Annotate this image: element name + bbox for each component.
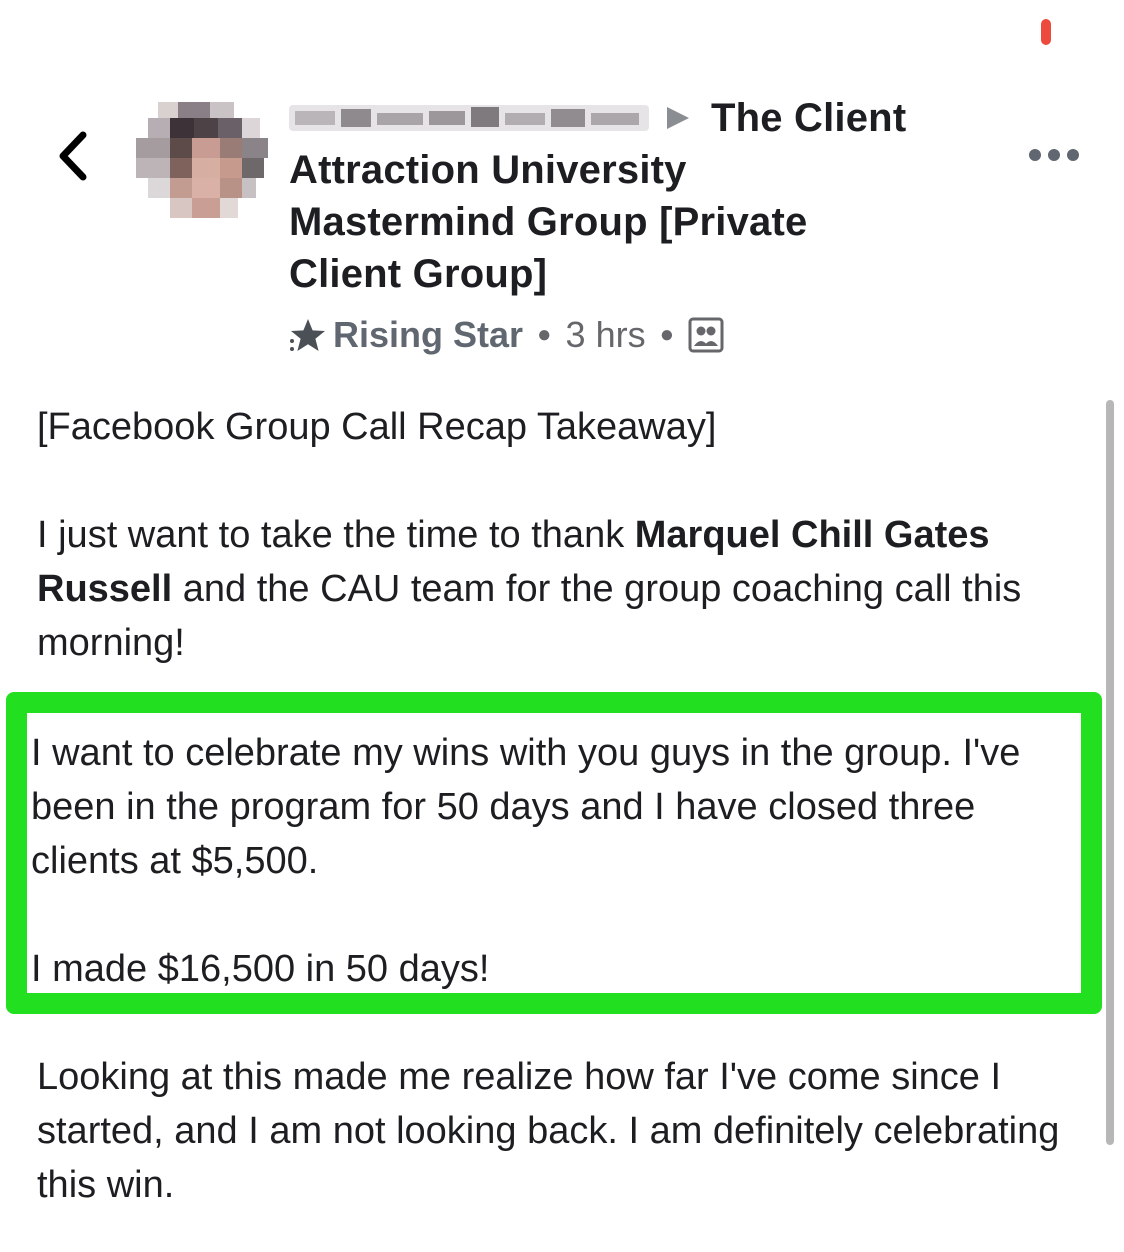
post-closing: Looking at this made me realize how far … [37, 1050, 1097, 1212]
separator-dot: ● [537, 321, 552, 348]
scrollbar[interactable] [1106, 400, 1114, 1145]
closing-paragraph: Looking at this made me realize how far … [37, 1056, 1060, 1206]
author-name-redacted[interactable] [289, 103, 649, 133]
highlight-paragraph-2: I made $16,500 in 50 days! [31, 948, 490, 990]
highlighted-text: I want to celebrate my wins with you guy… [31, 726, 1091, 996]
redacted-name-image [289, 105, 649, 131]
group-members-icon[interactable] [688, 317, 724, 353]
group-name-line-2[interactable]: Attraction University [289, 144, 969, 196]
more-horizontal-icon [1029, 149, 1079, 161]
post-timestamp[interactable]: 3 hrs [566, 314, 646, 356]
post-header: The Client Attraction University Masterm… [289, 92, 969, 362]
group-name-line-1[interactable]: The Client [711, 92, 906, 144]
post-title-first-line: The Client [289, 92, 969, 144]
post-thanks-paragraph: I just want to take the time to thank Ma… [37, 508, 1097, 670]
post-body: [Facebook Group Call Recap Takeaway] I j… [37, 400, 1097, 670]
triangle-right-icon [663, 103, 699, 133]
recording-indicator [1041, 19, 1051, 45]
member-badge-label[interactable]: Rising Star [333, 314, 523, 356]
group-name-line-4[interactable]: Client Group] [289, 248, 969, 300]
more-options-button[interactable] [1024, 140, 1084, 170]
group-name-line-3[interactable]: Mastermind Group [Private [289, 196, 969, 248]
thanks-text-end: and the CAU team for the group coaching … [37, 568, 1022, 664]
thanks-text-start: I just want to take the time to thank [37, 514, 635, 556]
highlight-paragraph-1: I want to celebrate my wins with you guy… [31, 732, 1021, 882]
avatar[interactable] [136, 100, 268, 218]
back-button[interactable] [42, 118, 102, 194]
avatar-image [136, 100, 268, 218]
star-icon [289, 317, 327, 353]
post-heading: [Facebook Group Call Recap Takeaway] [37, 406, 717, 448]
separator-dot: ● [659, 321, 675, 348]
post-meta: Rising Star ● 3 hrs ● [289, 308, 969, 362]
chevron-left-icon [59, 131, 87, 181]
